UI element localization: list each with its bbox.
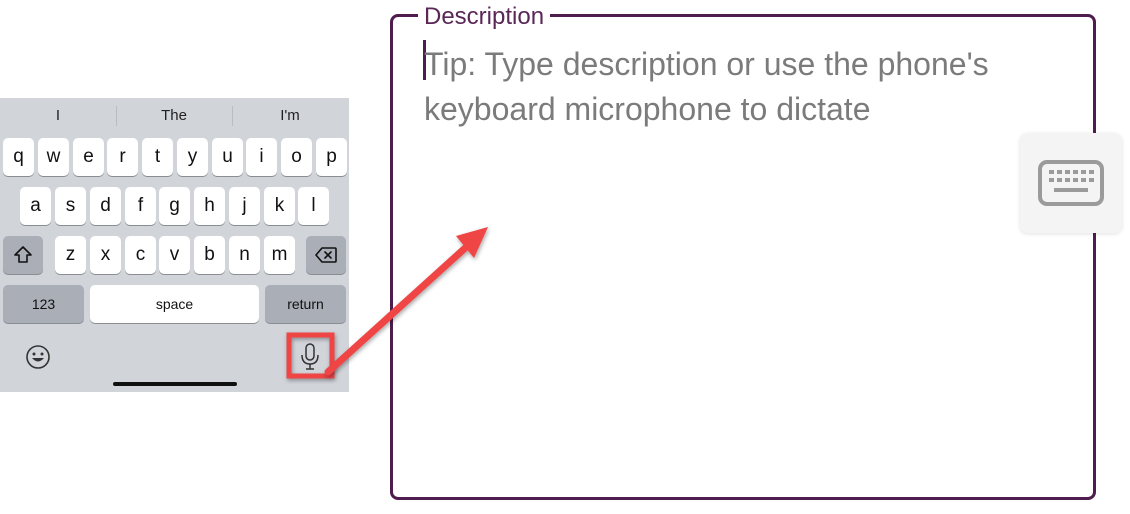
- key-n[interactable]: n: [229, 236, 260, 274]
- emoji-button[interactable]: [24, 343, 52, 371]
- suggestion-2[interactable]: The: [116, 107, 232, 124]
- key-r[interactable]: r: [107, 138, 138, 176]
- key-k[interactable]: k: [264, 187, 295, 225]
- key-s[interactable]: s: [55, 187, 86, 225]
- shift-icon: [14, 246, 32, 263]
- key-m[interactable]: m: [264, 236, 295, 274]
- key-v[interactable]: v: [159, 236, 190, 274]
- suggestion-1[interactable]: I: [0, 107, 116, 124]
- key-h[interactable]: h: [194, 187, 225, 225]
- key-o[interactable]: o: [281, 138, 312, 176]
- key-x[interactable]: x: [90, 236, 121, 274]
- description-label: Description: [418, 3, 551, 31]
- key-t[interactable]: t: [142, 138, 173, 176]
- shift-key[interactable]: [3, 236, 43, 274]
- key-y[interactable]: y: [177, 138, 208, 176]
- key-f[interactable]: f: [125, 187, 156, 225]
- keyboard-icon: [1038, 160, 1104, 206]
- key-u[interactable]: u: [212, 138, 243, 176]
- backspace-icon: [315, 247, 337, 263]
- home-indicator: [113, 382, 237, 386]
- key-g[interactable]: g: [159, 187, 190, 225]
- numbers-key[interactable]: 123: [3, 285, 84, 323]
- space-key[interactable]: space: [90, 285, 259, 323]
- emoji-icon: [26, 345, 50, 369]
- key-d[interactable]: d: [90, 187, 121, 225]
- key-e[interactable]: e: [73, 138, 104, 176]
- microphone-icon: [301, 343, 319, 370]
- dismiss-keyboard-button[interactable]: [1020, 133, 1122, 233]
- microphone-button[interactable]: [296, 341, 324, 373]
- key-i[interactable]: i: [246, 138, 277, 176]
- key-p[interactable]: p: [316, 138, 347, 176]
- key-z[interactable]: z: [55, 236, 86, 274]
- key-b[interactable]: b: [194, 236, 225, 274]
- key-j[interactable]: j: [229, 187, 260, 225]
- key-c[interactable]: c: [125, 236, 156, 274]
- key-q[interactable]: q: [3, 138, 34, 176]
- key-l[interactable]: l: [298, 187, 329, 225]
- suggestion-bar: I The I'm: [0, 98, 349, 132]
- key-w[interactable]: w: [38, 138, 69, 176]
- key-a[interactable]: a: [20, 187, 51, 225]
- return-key[interactable]: return: [265, 285, 346, 323]
- backspace-key[interactable]: [306, 236, 346, 274]
- ios-keyboard: I The I'm q w e r t y u i o p a s d f g …: [0, 98, 349, 392]
- suggestion-3[interactable]: I'm: [232, 107, 348, 124]
- description-placeholder: Tip: Type description or use the phone's…: [424, 46, 989, 127]
